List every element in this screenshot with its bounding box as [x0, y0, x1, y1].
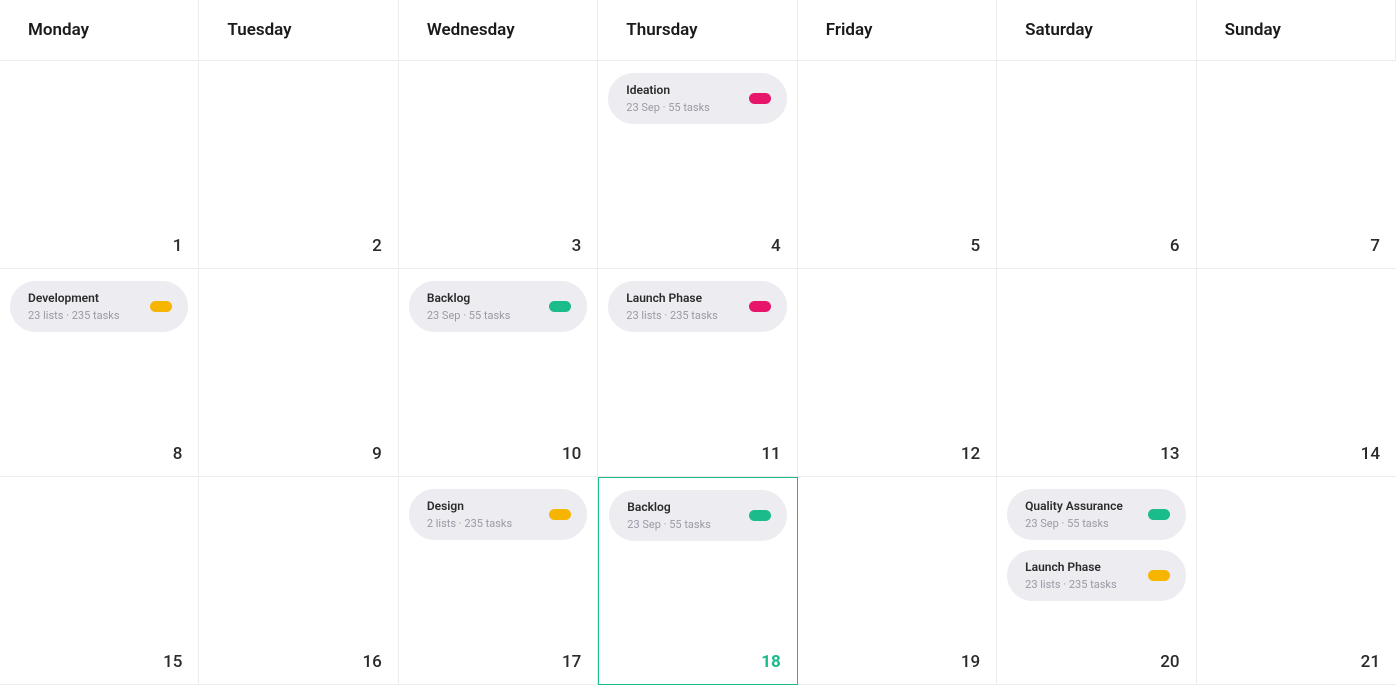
status-pill-icon	[1148, 570, 1170, 581]
day-cell[interactable]: 14	[1197, 269, 1396, 477]
weekday-header: Monday	[0, 0, 199, 61]
status-pill-icon	[1148, 509, 1170, 520]
event-meta: 23 Sep · 55 tasks	[427, 309, 511, 322]
day-cell[interactable]: 13	[997, 269, 1196, 477]
event-info: Ideation 23 Sep · 55 tasks	[626, 83, 710, 114]
day-number: 1	[173, 236, 183, 256]
day-number: 10	[562, 444, 581, 464]
event-title: Ideation	[626, 83, 710, 97]
event-meta: 2 lists · 235 tasks	[427, 517, 512, 530]
day-cell[interactable]: 2	[199, 61, 398, 269]
status-pill-icon	[549, 509, 571, 520]
day-number: 17	[562, 652, 581, 672]
event-info: Design 2 lists · 235 tasks	[427, 499, 512, 530]
status-pill-icon	[549, 301, 571, 312]
status-pill-icon	[150, 301, 172, 312]
event-meta: 23 lists · 235 tasks	[626, 309, 718, 322]
event-card[interactable]: Design 2 lists · 235 tasks	[409, 489, 587, 540]
event-title: Backlog	[427, 291, 511, 305]
event-title: Launch Phase	[626, 291, 718, 305]
day-cell[interactable]: Quality Assurance 23 Sep · 55 tasks Launch…	[997, 477, 1196, 685]
day-cell[interactable]: 9	[199, 269, 398, 477]
event-title: Development	[28, 291, 120, 305]
event-meta: 23 lists · 235 tasks	[1025, 578, 1117, 591]
day-cell[interactable]: Launch Phase 23 lists · 235 tasks 11	[598, 269, 797, 477]
day-cell[interactable]: 3	[399, 61, 598, 269]
event-card[interactable]: Backlog 23 Sep · 55 tasks	[409, 281, 587, 332]
day-cell[interactable]: 19	[798, 477, 997, 685]
day-number: 21	[1361, 652, 1380, 672]
day-cell[interactable]: 15	[0, 477, 199, 685]
day-cell[interactable]: Backlog 23 Sep · 55 tasks 18	[598, 477, 797, 685]
day-number: 9	[372, 444, 382, 464]
day-number: 11	[761, 444, 780, 464]
day-cell[interactable]: Backlog 23 Sep · 55 tasks 10	[399, 269, 598, 477]
event-info: Launch Phase 23 lists · 235 tasks	[626, 291, 718, 322]
event-info: Quality Assurance 23 Sep · 55 tasks	[1025, 499, 1123, 530]
event-card[interactable]: Launch Phase 23 lists · 235 tasks	[608, 281, 786, 332]
day-number: 20	[1160, 652, 1179, 672]
day-number: 15	[163, 652, 182, 672]
weekday-header: Sunday	[1197, 0, 1396, 61]
day-number: 3	[572, 236, 582, 256]
weekday-header: Saturday	[997, 0, 1196, 61]
event-meta: 23 lists · 235 tasks	[28, 309, 120, 322]
day-number: 18	[761, 652, 781, 672]
event-title: Design	[427, 499, 512, 513]
event-info: Launch Phase 23 lists · 235 tasks	[1025, 560, 1117, 591]
day-number: 4	[771, 236, 781, 256]
event-card[interactable]: Launch Phase 23 lists · 235 tasks	[1007, 550, 1185, 601]
day-number: 14	[1361, 444, 1380, 464]
day-cell[interactable]: Design 2 lists · 235 tasks 17	[399, 477, 598, 685]
calendar-grid: MondayTuesdayWednesdayThursdayFridaySatu…	[0, 0, 1396, 657]
day-number: 12	[961, 444, 980, 464]
day-number: 8	[173, 444, 183, 464]
event-card[interactable]: Quality Assurance 23 Sep · 55 tasks	[1007, 489, 1185, 540]
day-number: 13	[1160, 444, 1179, 464]
event-info: Development 23 lists · 235 tasks	[28, 291, 120, 322]
day-cell[interactable]: 21	[1197, 477, 1396, 685]
day-cell[interactable]: Ideation 23 Sep · 55 tasks 4	[598, 61, 797, 269]
day-number: 19	[961, 652, 980, 672]
event-title: Backlog	[627, 500, 711, 514]
day-number: 7	[1370, 236, 1380, 256]
day-cell[interactable]: 12	[798, 269, 997, 477]
weekday-header: Wednesday	[399, 0, 598, 61]
status-pill-icon	[749, 510, 771, 521]
event-title: Quality Assurance	[1025, 499, 1123, 513]
event-card[interactable]: Development 23 lists · 235 tasks	[10, 281, 188, 332]
day-number: 2	[372, 236, 382, 256]
day-number: 16	[363, 652, 382, 672]
event-meta: 23 Sep · 55 tasks	[627, 518, 711, 531]
weekday-header: Friday	[798, 0, 997, 61]
status-pill-icon	[749, 301, 771, 312]
day-cell[interactable]: 16	[199, 477, 398, 685]
day-number: 6	[1170, 236, 1180, 256]
event-card[interactable]: Ideation 23 Sep · 55 tasks	[608, 73, 786, 124]
event-info: Backlog 23 Sep · 55 tasks	[427, 291, 511, 322]
status-pill-icon	[749, 93, 771, 104]
day-cell[interactable]: Development 23 lists · 235 tasks 8	[0, 269, 199, 477]
day-cell[interactable]: 6	[997, 61, 1196, 269]
event-card[interactable]: Backlog 23 Sep · 55 tasks	[609, 490, 786, 541]
event-info: Backlog 23 Sep · 55 tasks	[627, 500, 711, 531]
day-cell[interactable]: 1	[0, 61, 199, 269]
event-meta: 23 Sep · 55 tasks	[626, 101, 710, 114]
day-number: 5	[970, 236, 980, 256]
weekday-header: Tuesday	[199, 0, 398, 61]
event-title: Launch Phase	[1025, 560, 1117, 574]
weekday-header: Thursday	[598, 0, 797, 61]
day-cell[interactable]: 7	[1197, 61, 1396, 269]
event-meta: 23 Sep · 55 tasks	[1025, 517, 1123, 530]
day-cell[interactable]: 5	[798, 61, 997, 269]
